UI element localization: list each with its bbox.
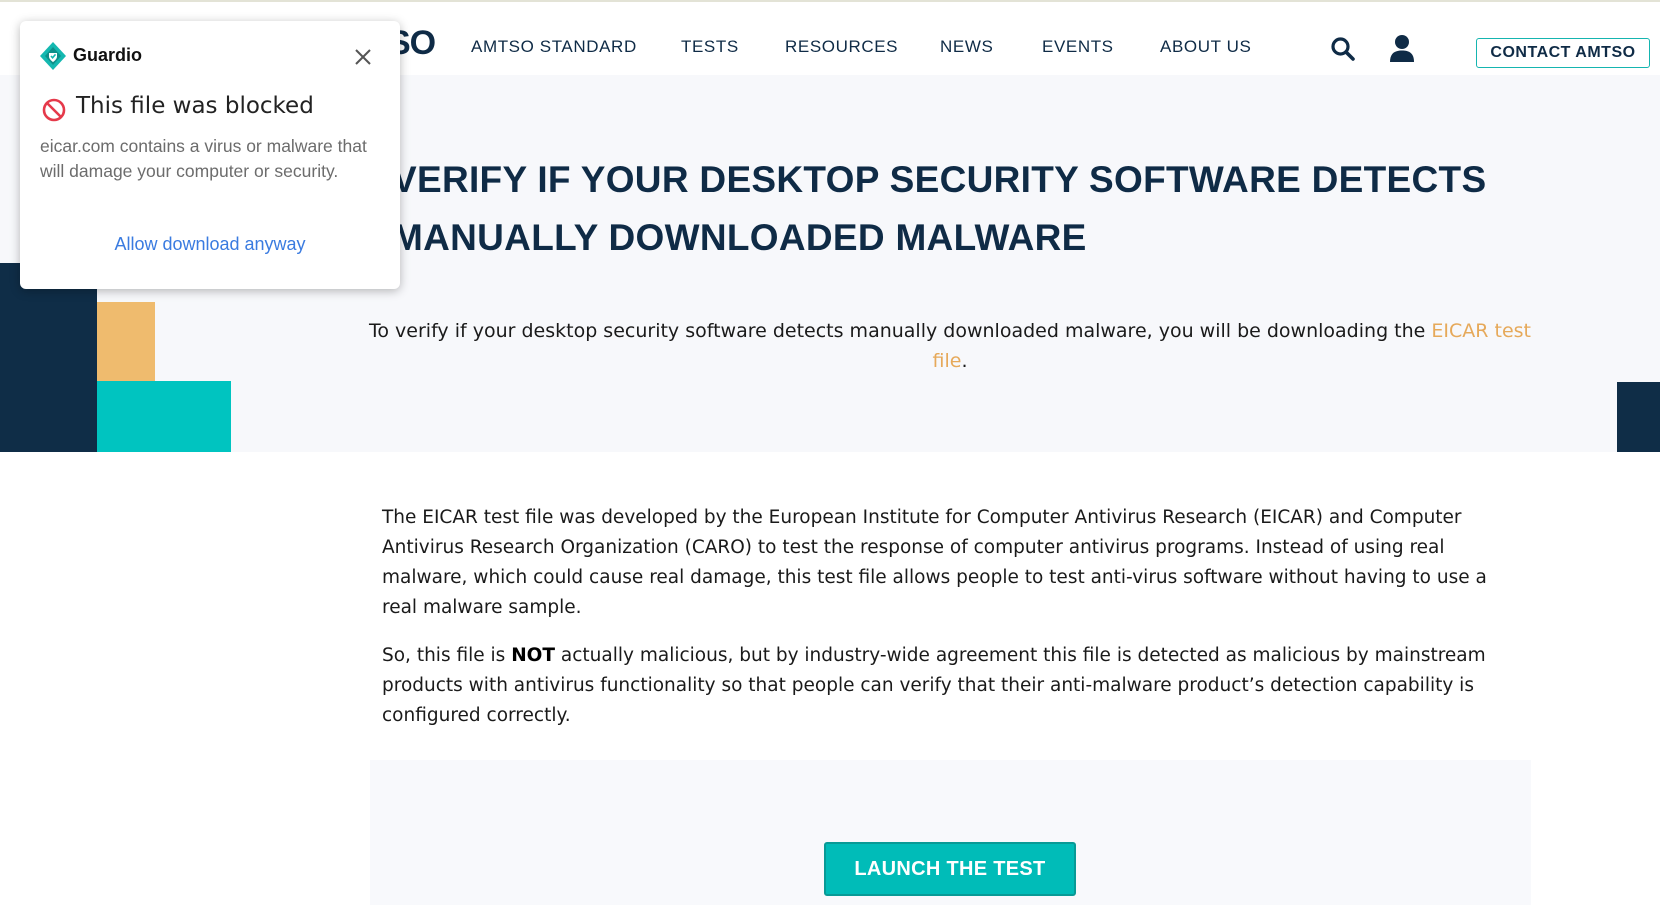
nav-news[interactable]: NEWS [940,37,993,57]
search-icon[interactable] [1330,36,1356,62]
para2-text-start: So, this file is [382,645,512,666]
blocked-icon [42,98,66,122]
decorative-block-teal [97,381,231,452]
allow-download-link[interactable]: Allow download anyway [20,234,400,255]
popup-message: eicar.com contains a virus or malware th… [40,136,367,181]
decorative-block-right [1617,382,1660,452]
hero-subtitle-text: To verify if your desktop security softw… [369,320,1432,342]
contact-amtso-button[interactable]: CONTACT AMTSO [1476,38,1650,68]
hero-subtitle: To verify if your desktop security softw… [360,316,1540,376]
decorative-block-navy [0,263,97,452]
eicar-description-paragraph: The EICAR test file was developed by the… [382,507,1487,618]
guardio-logo-icon [40,42,66,70]
page-title-line2: MANUALLY DOWNLOADED MALWARE [392,217,1087,258]
user-icon[interactable] [1388,33,1416,63]
not-malicious-paragraph: So, this file is NOT actually malicious,… [382,641,1522,731]
nav-about-us[interactable]: ABOUT US [1160,37,1251,57]
para2-emphasis: NOT [511,645,556,666]
guardio-blocked-popup: Guardio This file was blocked eicar.com … [20,21,400,289]
decorative-block-gold [97,302,155,382]
hero-subtitle-period: . [961,350,968,372]
page-title-line1: VERIFY IF YOUR DESKTOP SECURITY SOFTWARE… [392,159,1487,200]
popup-title: This file was blocked [76,93,314,119]
nav-amtso-standard[interactable]: AMTSO STANDARD [471,37,637,57]
nav-tests[interactable]: TESTS [681,37,739,57]
guardio-brand-name: Guardio [73,45,143,65]
nav-resources[interactable]: RESOURCES [785,37,898,57]
close-icon[interactable] [354,48,372,66]
page-title: VERIFY IF YOUR DESKTOP SECURITY SOFTWARE… [392,151,1572,267]
launch-test-button[interactable]: LAUNCH THE TEST [824,842,1076,896]
nav-events[interactable]: EVENTS [1042,37,1114,57]
